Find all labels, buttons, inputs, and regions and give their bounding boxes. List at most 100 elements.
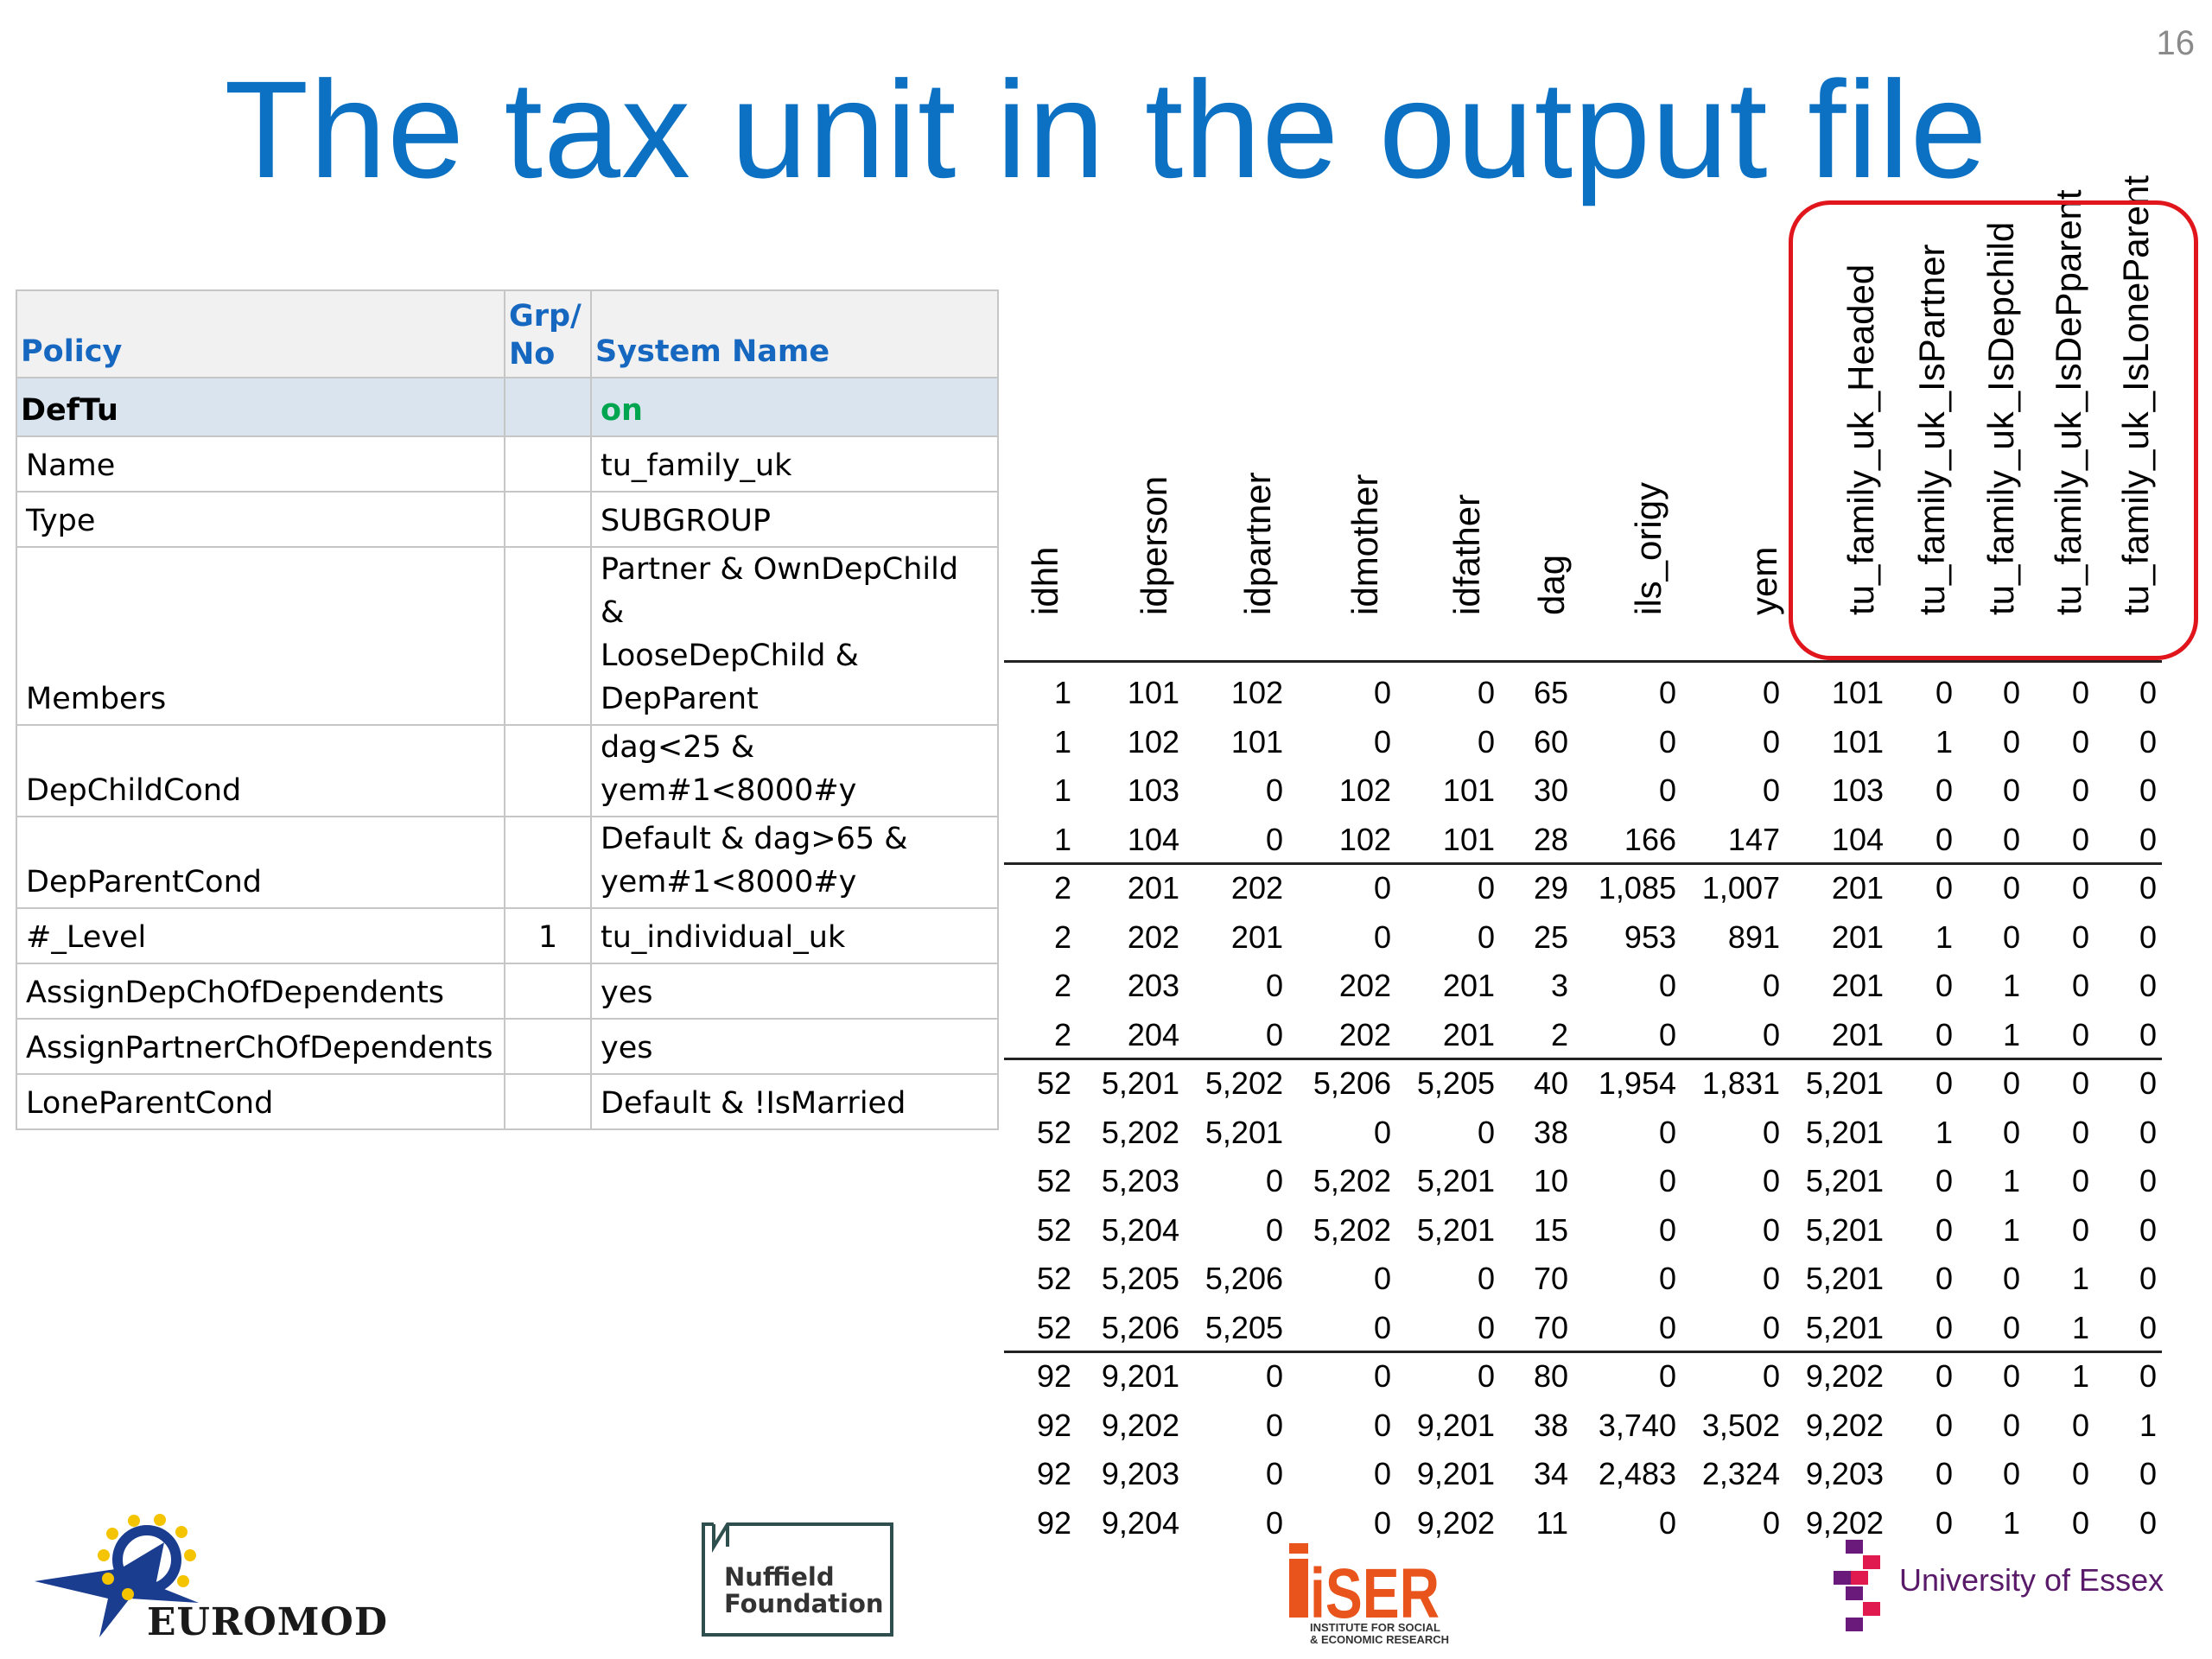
table-row: 2 202 201 0 0 25 953 891 201 1 0 0 0 xyxy=(1002,913,2212,962)
grp-no-header: Grp/No xyxy=(504,289,592,378)
iser-subtitle-line1: INSTITUTE FOR SOCIAL xyxy=(1310,1621,1440,1634)
table-row: 52 5,205 5,206 0 0 70 0 0 5,201 0 0 1 0 xyxy=(1002,1255,2212,1303)
grp-header-line1: Grp/ xyxy=(509,299,582,334)
deftu-status: on xyxy=(590,377,999,437)
table-row: 52 5,206 5,205 0 0 70 0 0 5,201 0 0 1 0 xyxy=(1002,1304,2212,1352)
parameter-name: DepParentCond xyxy=(16,816,505,909)
university-of-essex-wordmark: University of Essex xyxy=(1899,1562,2164,1598)
header-rule xyxy=(1004,660,2162,663)
column-header-label: dag xyxy=(1531,554,1572,615)
iser-logo: iSER INSTITUTE FOR SOCIAL & ECONOMIC RES… xyxy=(1289,1543,1449,1646)
parameter-name: AssignDepChOfDependents xyxy=(16,963,505,1020)
parameter-grp xyxy=(504,435,592,493)
grp-header-line2: No xyxy=(509,337,556,372)
parameter-value: Default & dag>65 & yem#1<8000#y xyxy=(590,816,999,909)
table-row: 2 201 202 0 0 29 1,085 1,007 201 0 0 0 0 xyxy=(1002,864,2212,912)
policy-row: Members Partner & OwnDepChild & LooseDepCh… xyxy=(16,546,999,726)
policy-table: Policy Grp/No System Name DefTu on Name t… xyxy=(16,289,999,1130)
table-row: 52 5,203 0 5,202 5,201 10 0 0 5,201 0 1 0 0 xyxy=(1002,1157,2212,1205)
parameter-grp xyxy=(504,1073,592,1130)
parameter-value: yes xyxy=(590,963,999,1020)
policy-row: Name tu_family_uk xyxy=(16,435,999,493)
deftu-name: DefTu xyxy=(16,377,505,437)
column-header-label: idpartner xyxy=(1237,472,1278,615)
table-cell: 0 xyxy=(2139,1358,2157,1394)
parameter-value: dag<25 & yem#1<8000#y xyxy=(590,724,999,817)
table-row: 92 9,201 0 0 0 80 0 0 9,202 0 0 1 0 xyxy=(1002,1352,2212,1401)
table-cell: 0 xyxy=(2139,1163,2157,1198)
euromod-wordmark: EUROMOD xyxy=(147,1600,388,1644)
parameter-value: tu_family_uk xyxy=(590,435,999,493)
table-cell: 0 xyxy=(2139,1504,2157,1541)
column-header-label: idperson xyxy=(1134,475,1174,615)
table-row: 52 5,204 0 5,202 5,201 15 0 0 5,201 0 1 0 0 xyxy=(1002,1206,2212,1255)
table-cell: 0 xyxy=(2139,1309,2157,1345)
table-row: 52 5,202 5,201 0 0 38 0 0 5,201 1 0 0 0 xyxy=(1002,1109,2212,1157)
policy-header-row: Policy Grp/No System Name xyxy=(16,289,999,378)
table-cell: 0 xyxy=(2139,1211,2157,1248)
column-header-label: idhh xyxy=(1025,546,1065,615)
column-header-label: ils_origy xyxy=(1628,481,1669,615)
tax-unit-columns-highlight xyxy=(1789,200,2198,660)
table-cell: 0 xyxy=(2139,870,2157,906)
table-cell: 0 xyxy=(2139,723,2157,760)
policy-row: LoneParentCond Default & !IsMarried xyxy=(16,1073,999,1130)
table-cell: 0 xyxy=(2139,1261,2157,1296)
policy-row: AssignDepChOfDependents yes xyxy=(16,963,999,1020)
parameter-value-line: DepParent xyxy=(601,682,759,716)
policy-row: #_Level 1 tu_individual_uk xyxy=(16,907,999,964)
nuffield-line1: Nuffield xyxy=(724,1562,835,1592)
policy-row: DepChildCond dag<25 & yem#1<8000#y xyxy=(16,724,999,817)
table-row: 92 9,204 0 0 9,202 11 0 0 9,202 0 1 0 0 xyxy=(1002,1499,2212,1548)
table-cell: 0 xyxy=(2139,821,2157,857)
column-header-label: idmother xyxy=(1344,474,1385,615)
table-row: 1 104 0 102 101 28 166 147 104 0 0 0 0 xyxy=(1002,816,2212,864)
parameter-name: Type xyxy=(16,491,505,548)
table-row: 1 103 0 102 101 30 0 0 103 0 0 0 0 xyxy=(1002,766,2212,815)
table-row: 2 203 0 202 201 3 0 0 201 0 1 0 0 xyxy=(1002,962,2212,1010)
nuffield-wordmark: Nuffield Foundation xyxy=(724,1564,884,1618)
column-header-label: idfather xyxy=(1446,493,1487,615)
table-cell: 0 xyxy=(2139,968,2157,1003)
table-row: 1 101 102 0 0 65 0 0 101 0 0 0 0 xyxy=(1002,669,2212,717)
parameter-grp xyxy=(504,816,592,909)
table-cell: 0 xyxy=(2139,918,2157,955)
policy-row: DepParentCond Default & dag>65 & yem#1<800… xyxy=(16,816,999,909)
table-row: 52 5,201 5,202 5,206 5,205 40 1,954 1,831 5,201 0… xyxy=(1002,1059,2212,1108)
essex-logo-mark xyxy=(1834,1540,1880,1631)
parameter-grp: 1 xyxy=(504,907,592,964)
table-cell: 0 xyxy=(2139,1016,2157,1052)
nuffield-line2: Foundation xyxy=(724,1589,884,1618)
parameter-grp xyxy=(504,491,592,548)
table-cell: 0 xyxy=(2139,1065,2157,1101)
table-row: 92 9,203 0 0 9,201 34 2,483 2,324 9,203 0 0 0 0 xyxy=(1002,1450,2212,1498)
parameter-name: LoneParentCond xyxy=(16,1073,505,1130)
policy-row: Type SUBGROUP xyxy=(16,491,999,548)
table-row: 1 102 101 0 0 60 0 0 101 1 0 0 0 xyxy=(1002,718,2212,766)
table-cell: 1 xyxy=(2139,1407,2157,1443)
parameter-value-line: yem#1<8000#y xyxy=(601,865,857,899)
policy-row: AssignPartnerChOfDependents yes xyxy=(16,1018,999,1075)
parameter-value: yes xyxy=(590,1018,999,1075)
table-row: 2 204 0 202 201 2 0 0 201 0 1 0 0 xyxy=(1002,1011,2212,1059)
parameter-value-line: Default & dag>65 & xyxy=(601,822,908,856)
parameter-value-line: Partner & OwnDepChild & xyxy=(601,552,959,630)
column-header-label: yem xyxy=(1744,546,1784,615)
table-cell: 0 xyxy=(2139,1456,2157,1491)
table-cell: 0 xyxy=(2139,675,2157,710)
parameter-name: DepChildCond xyxy=(16,724,505,817)
policy-header: Policy xyxy=(16,289,505,378)
table-row: 92 9,202 0 0 9,201 38 3,740 3,502 9,202 0 0 0 1 xyxy=(1002,1402,2212,1450)
parameter-grp xyxy=(504,963,592,1020)
deftu-row: DefTu on xyxy=(16,377,999,437)
system-name-header: System Name xyxy=(590,289,999,378)
parameter-name: Members xyxy=(16,546,505,726)
table-cell: 0 xyxy=(2139,1114,2157,1150)
parameter-name: #_Level xyxy=(16,907,505,964)
parameter-value: Default & !IsMarried xyxy=(590,1073,999,1130)
parameter-grp xyxy=(504,546,592,726)
parameter-value: Partner & OwnDepChild & LooseDepChild & De… xyxy=(590,546,999,726)
parameter-grp xyxy=(504,1018,592,1075)
table-cell: 0 xyxy=(2139,772,2157,808)
iser-subtitle-line2: & ECONOMIC RESEARCH xyxy=(1310,1633,1449,1646)
